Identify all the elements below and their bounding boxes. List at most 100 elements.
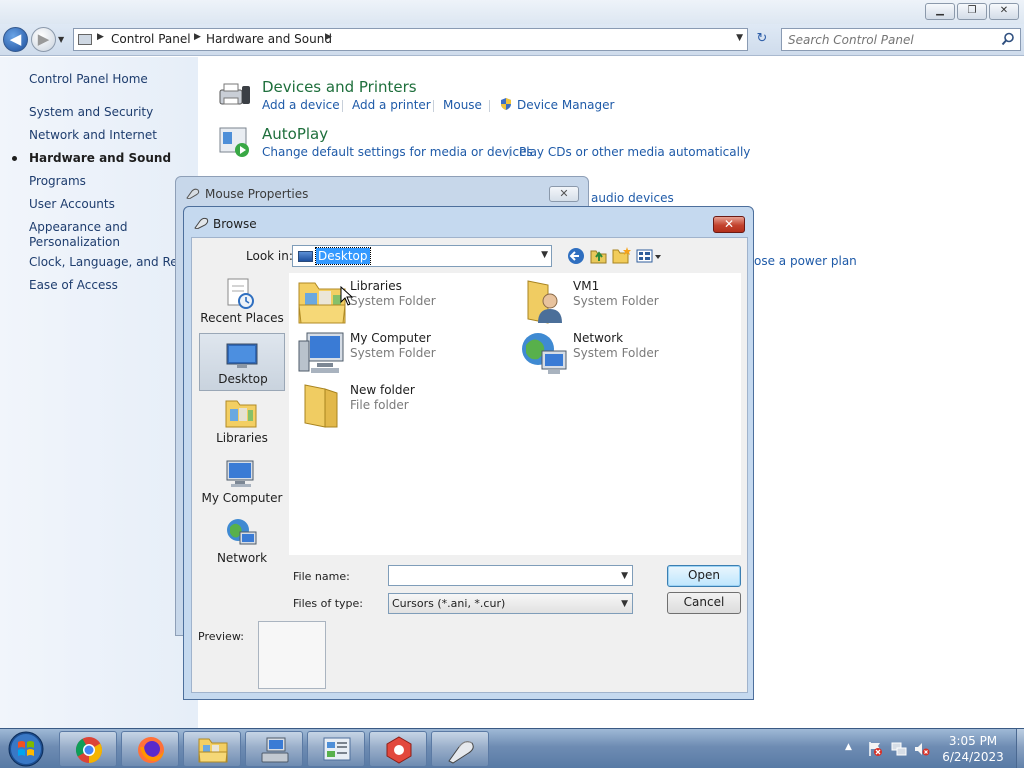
add-a-printer-link[interactable]: Add a printer bbox=[352, 98, 431, 112]
place-network[interactable]: Network bbox=[199, 513, 285, 571]
go-back-icon[interactable] bbox=[566, 246, 586, 266]
mouse-properties-close-button[interactable]: ✕ bbox=[549, 186, 579, 202]
breadcrumb-arrow-icon[interactable]: ▶ bbox=[325, 32, 332, 42]
user-folder-icon bbox=[527, 280, 562, 324]
file-name-input[interactable] bbox=[392, 568, 612, 583]
taskbar-control-panel[interactable] bbox=[307, 731, 365, 767]
preview-label: Preview: bbox=[198, 630, 244, 643]
recent-pages-dropdown[interactable]: ▼ bbox=[58, 35, 64, 44]
play-cds-link[interactable]: Play CDs or other media automatically bbox=[519, 145, 750, 159]
close-button[interactable]: ✕ bbox=[989, 3, 1019, 20]
chevron-down-icon[interactable]: ▼ bbox=[621, 571, 628, 581]
back-button[interactable]: ◀ bbox=[3, 27, 28, 52]
search-icon[interactable] bbox=[1001, 32, 1015, 46]
files-of-type-value: Cursors (*.ani, *.cur) bbox=[392, 597, 506, 610]
up-one-level-icon[interactable] bbox=[589, 246, 609, 266]
device-manager-link[interactable]: Device Manager bbox=[517, 98, 614, 112]
autoplay-icon[interactable] bbox=[218, 126, 252, 158]
show-desktop-button[interactable] bbox=[1016, 729, 1024, 768]
change-default-settings-link[interactable]: Change default settings for media or dev… bbox=[262, 145, 533, 159]
taskbar-firefox[interactable] bbox=[121, 731, 179, 767]
maximize-button[interactable]: ❐ bbox=[957, 3, 987, 20]
manage-audio-devices-link[interactable]: audio devices bbox=[591, 191, 674, 205]
look-in-value[interactable]: Desktop bbox=[315, 247, 371, 265]
sidebar-item-personalization[interactable]: Personalization bbox=[29, 235, 120, 250]
autoplay-title[interactable]: AutoPlay bbox=[262, 125, 328, 143]
sidebar-item-ease-of-access[interactable]: Ease of Access bbox=[29, 278, 118, 293]
search-input[interactable] bbox=[788, 32, 993, 48]
navigation-bar: ◀ ▶ ▼ ▶ Control Panel ▶ Hardware and Sou… bbox=[0, 24, 1024, 56]
add-a-device-link[interactable]: Add a device bbox=[262, 98, 340, 112]
new-folder-icon[interactable] bbox=[612, 246, 632, 266]
control-panel-icon bbox=[323, 737, 351, 761]
browse-dialog: Browse ✕ Look in: Desktop ▼ Recent Place… bbox=[183, 206, 754, 700]
chevron-down-icon[interactable]: ▼ bbox=[541, 250, 548, 260]
breadcrumb-arrow-icon[interactable]: ▶ bbox=[194, 32, 201, 42]
mouse-pointer-icon bbox=[340, 286, 354, 306]
place-label: Recent Places bbox=[200, 311, 284, 325]
sidebar-item-user-accounts[interactable]: User Accounts bbox=[29, 197, 115, 212]
breadcrumb-arrow-icon[interactable]: ▶ bbox=[97, 32, 104, 42]
taskbar-devices[interactable] bbox=[245, 731, 303, 767]
refresh-button[interactable]: ↻ bbox=[752, 31, 772, 49]
browse-close-button[interactable]: ✕ bbox=[713, 216, 745, 233]
network-icon bbox=[522, 333, 567, 374]
file-name: Libraries bbox=[350, 279, 402, 293]
sidebar-control-panel-home[interactable]: Control Panel Home bbox=[29, 72, 148, 87]
sidebar-item-clock-language-region[interactable]: Clock, Language, and Regio bbox=[29, 255, 196, 270]
file-list[interactable]: Libraries System Folder VM1 System Folde… bbox=[289, 273, 741, 555]
view-menu-icon[interactable] bbox=[636, 246, 662, 266]
action-center-flag-icon[interactable] bbox=[867, 741, 883, 757]
firefox-icon bbox=[138, 737, 164, 763]
taskbar-file-explorer[interactable] bbox=[183, 731, 241, 767]
network-status-icon[interactable] bbox=[891, 741, 907, 757]
show-hidden-icons-button[interactable]: ▲ bbox=[845, 742, 852, 752]
start-button[interactable] bbox=[4, 730, 48, 768]
minimize-button[interactable]: ▁ bbox=[925, 3, 955, 20]
file-item-my-computer[interactable]: My Computer System Folder bbox=[291, 329, 506, 379]
file-name-combo[interactable]: ▼ bbox=[388, 565, 633, 586]
forward-button[interactable]: ▶ bbox=[31, 27, 56, 52]
taskbar-mouse-properties[interactable] bbox=[431, 731, 489, 767]
clock-time[interactable]: 3:05 PM bbox=[930, 734, 1016, 748]
files-of-type-dropdown[interactable]: Cursors (*.ani, *.cur) ▼ bbox=[388, 593, 633, 614]
link-separator bbox=[433, 100, 434, 112]
recent-places-icon bbox=[227, 278, 254, 309]
sidebar-item-system-and-security[interactable]: System and Security bbox=[29, 105, 153, 120]
look-in-dropdown[interactable]: Desktop ▼ bbox=[292, 245, 552, 267]
devices-and-printers-icon[interactable] bbox=[218, 78, 252, 110]
place-desktop[interactable]: Desktop bbox=[199, 333, 285, 391]
address-bar[interactable]: ▶ Control Panel ▶ Hardware and Sound ▶ ▼ bbox=[73, 28, 748, 51]
sidebar-item-network-and-internet[interactable]: Network and Internet bbox=[29, 128, 157, 143]
sidebar-item-appearance[interactable]: Appearance and bbox=[29, 220, 127, 235]
place-label: Network bbox=[216, 551, 268, 565]
mouse-link[interactable]: Mouse bbox=[443, 98, 482, 112]
file-name: New folder bbox=[350, 383, 415, 397]
mouse-properties-title: Mouse Properties bbox=[205, 187, 309, 201]
clock-date[interactable]: 6/24/2023 bbox=[930, 750, 1016, 764]
devices-and-printers-title[interactable]: Devices and Printers bbox=[262, 78, 417, 96]
places-bar: Recent Places Desktop Libraries My Compu… bbox=[199, 273, 285, 641]
file-item-network[interactable]: Network System Folder bbox=[514, 329, 729, 379]
sidebar: Control Panel Home System and Security N… bbox=[0, 57, 198, 728]
file-item-libraries[interactable]: Libraries System Folder bbox=[291, 277, 506, 327]
address-dropdown-icon[interactable]: ▼ bbox=[736, 33, 743, 43]
volume-muted-icon[interactable] bbox=[914, 741, 930, 757]
chevron-down-icon[interactable]: ▼ bbox=[621, 599, 628, 609]
taskbar-app[interactable] bbox=[369, 731, 427, 767]
search-box[interactable] bbox=[781, 28, 1021, 51]
cancel-button[interactable]: Cancel bbox=[667, 592, 741, 614]
file-type: File folder bbox=[350, 398, 409, 412]
breadcrumb-control-panel[interactable]: Control Panel bbox=[111, 32, 191, 46]
place-recent-places[interactable]: Recent Places bbox=[199, 273, 285, 331]
place-my-computer[interactable]: My Computer bbox=[199, 453, 285, 511]
open-button[interactable]: Open bbox=[667, 565, 741, 587]
sidebar-item-programs[interactable]: Programs bbox=[29, 174, 86, 189]
file-item-new-folder[interactable]: New folder File folder bbox=[291, 381, 506, 431]
title-bar: ▁ ❐ ✕ bbox=[0, 0, 1024, 24]
place-libraries[interactable]: Libraries bbox=[199, 393, 285, 451]
choose-power-plan-link[interactable]: ose a power plan bbox=[754, 254, 857, 268]
file-item-vm1[interactable]: VM1 System Folder bbox=[514, 277, 729, 327]
taskbar-chrome[interactable] bbox=[59, 731, 117, 767]
breadcrumb-hardware-and-sound[interactable]: Hardware and Sound bbox=[206, 32, 332, 46]
